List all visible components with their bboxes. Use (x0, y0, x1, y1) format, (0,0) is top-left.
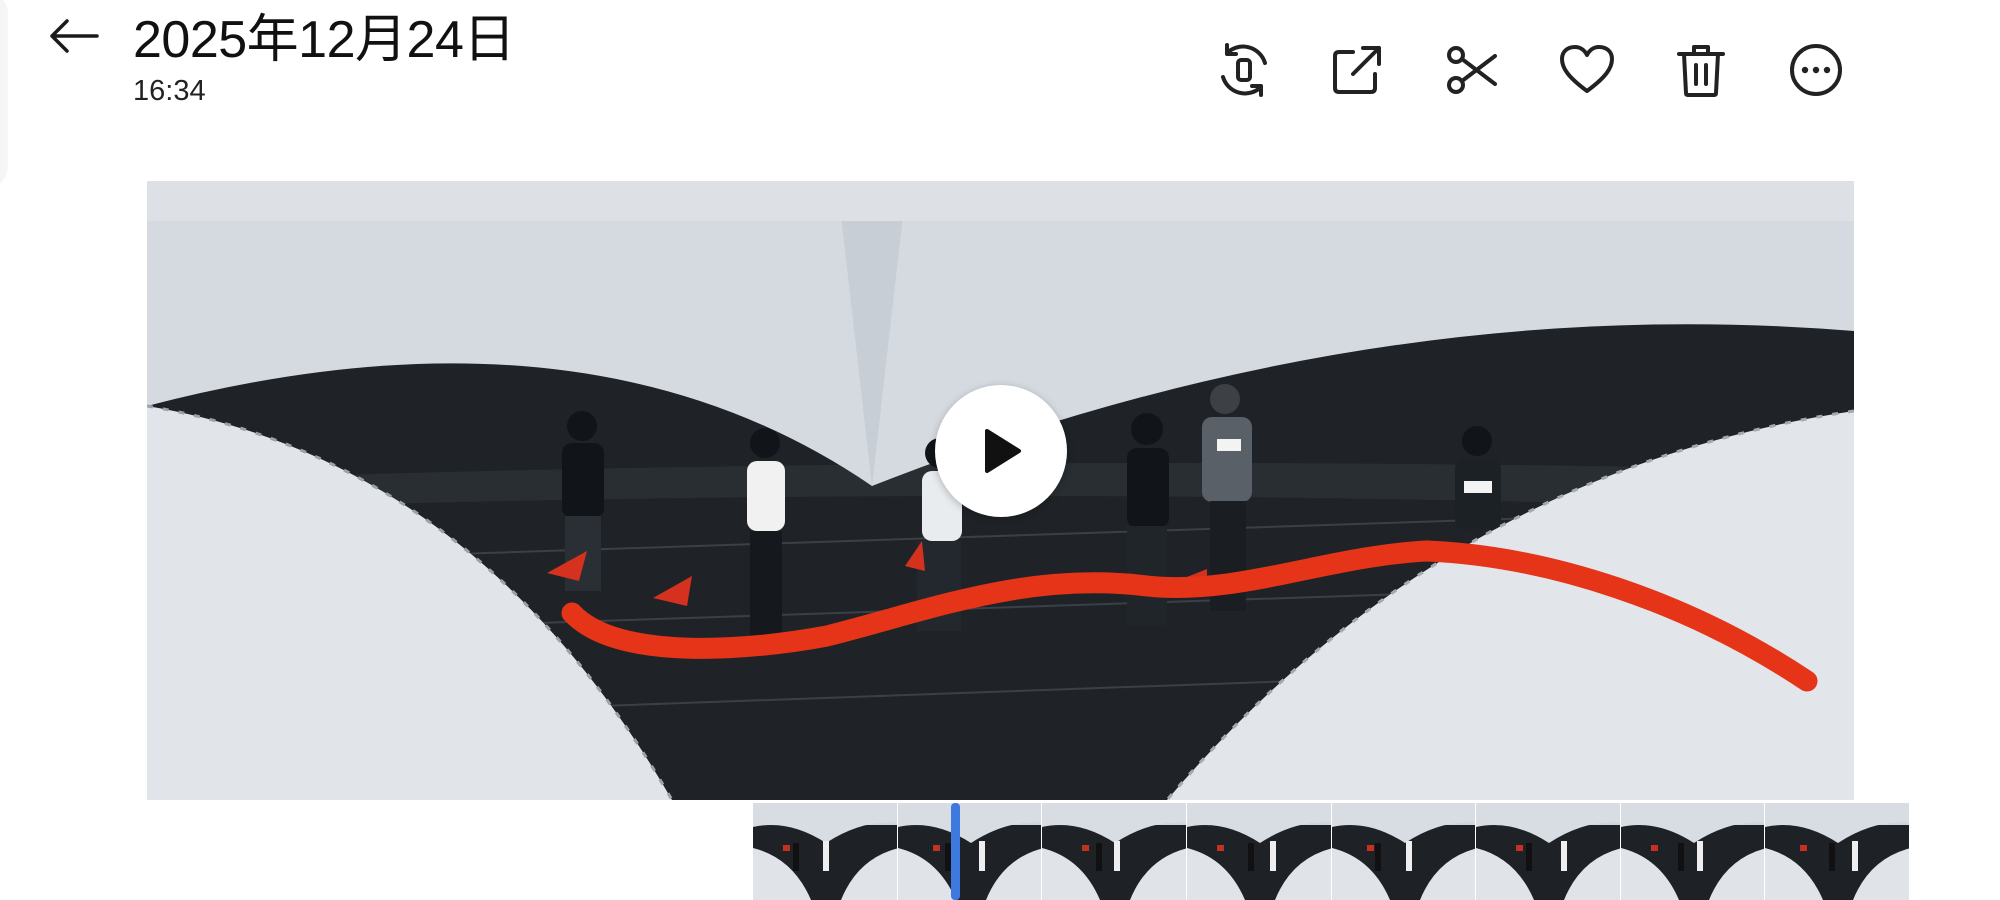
filmstrip-thumbnail (1620, 803, 1766, 900)
back-arrow-icon (50, 19, 99, 53)
title-block: 2025年12月24日 16:34 (133, 8, 515, 108)
share-button[interactable] (1323, 38, 1391, 102)
filmstrip-thumbnail (1765, 803, 1910, 900)
video-filmstrip[interactable] (753, 803, 1910, 900)
filmstrip-thumbnail (1186, 803, 1332, 900)
rotate-screen-icon (1221, 43, 1267, 97)
share-icon (1333, 46, 1381, 94)
filmstrip-thumbnail (897, 803, 1043, 900)
edit-button[interactable] (1438, 38, 1506, 102)
filmstrip-thumbnail (1331, 803, 1477, 900)
scissors-icon (1447, 46, 1497, 94)
back-button[interactable] (44, 14, 104, 58)
heart-icon (1560, 45, 1614, 93)
rotate-button[interactable] (1210, 38, 1278, 102)
filmstrip-thumbnail (1042, 803, 1187, 900)
previous-item-edge (0, 0, 8, 190)
playhead-scrubber[interactable] (951, 803, 960, 900)
page-title: 2025年12月24日 (133, 11, 515, 69)
more-button[interactable] (1782, 38, 1850, 102)
capture-time: 16:34 (133, 75, 206, 107)
filmstrip-thumbnail (753, 803, 898, 900)
filmstrip-thumbnail (1476, 803, 1621, 900)
more-icon (1790, 44, 1842, 96)
favorite-button[interactable] (1553, 38, 1621, 102)
delete-button[interactable] (1667, 38, 1735, 102)
trash-icon (1677, 45, 1725, 97)
play-button[interactable] (935, 385, 1067, 517)
play-icon (985, 429, 1021, 473)
